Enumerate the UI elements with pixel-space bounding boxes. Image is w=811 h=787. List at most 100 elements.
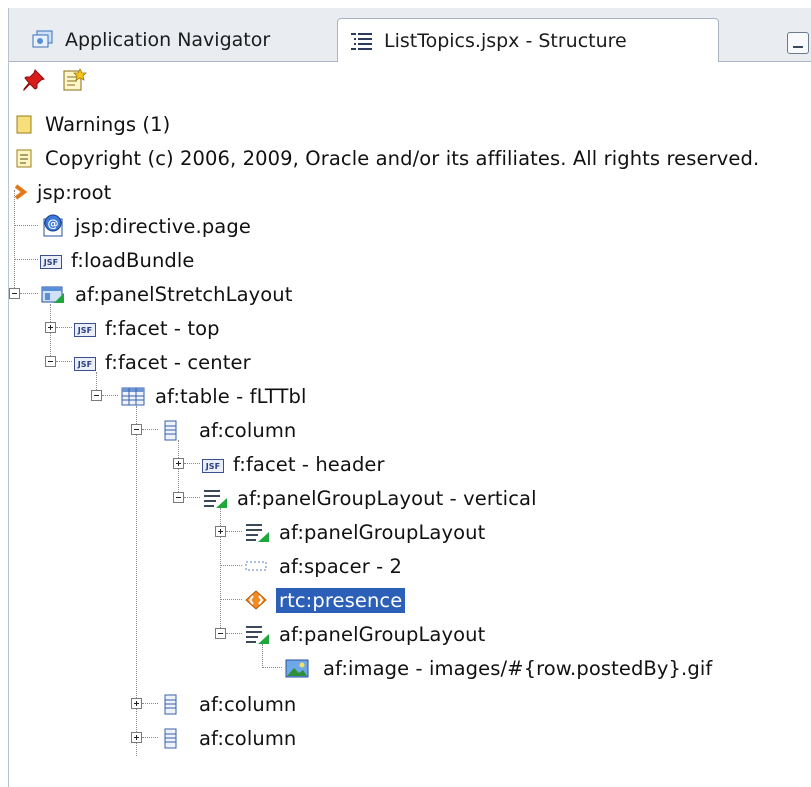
- application-navigator-icon: [31, 29, 53, 51]
- jsf-icon: JSF: [202, 459, 224, 473]
- tree-node[interactable]: Copyright (c) 2006, 2009, Oracle and/or …: [14, 142, 762, 174]
- tree-node-selected[interactable]: rtc:presence: [244, 584, 406, 616]
- tab-strip: Application Navigator ListTopics.jspx - …: [9, 8, 811, 62]
- tree-connector: [226, 633, 242, 634]
- tree-node[interactable]: af:panelGroupLayout - vertical: [202, 482, 540, 514]
- tree-node[interactable]: JSF f:facet - top: [74, 312, 223, 344]
- tree-node-label: af:panelGroupLayout - vertical: [237, 486, 537, 510]
- expand-toggle[interactable]: [131, 698, 142, 709]
- column-icon: [160, 693, 190, 715]
- minimize-button[interactable]: [787, 32, 809, 54]
- spacer-icon: [244, 555, 270, 577]
- tree-node-label: f:loadBundle: [71, 248, 195, 272]
- tree-connector: [102, 395, 118, 396]
- tree-node[interactable]: @ jsp:directive.page: [40, 210, 254, 242]
- tree-connector: [184, 463, 200, 464]
- tree-node-label: af:panelGroupLayout: [279, 520, 486, 544]
- tree-node-label: af:column: [199, 418, 297, 442]
- collapse-toggle[interactable]: [215, 628, 226, 639]
- tree-node-label: jsp:root: [37, 180, 112, 204]
- tree-connector: [14, 259, 38, 260]
- tree-node-label: af:spacer - 2: [279, 554, 403, 578]
- tab-structure[interactable]: ListTopics.jspx - Structure: [337, 18, 719, 62]
- collapse-toggle[interactable]: [91, 390, 102, 401]
- panel-group-layout-icon: [244, 521, 270, 543]
- edit-icon: [61, 67, 87, 97]
- tree-node-label: f:facet - top: [105, 316, 220, 340]
- tree-node[interactable]: af:table - fLTTbl: [120, 380, 310, 412]
- tree-node-label: f:facet - center: [105, 350, 251, 374]
- tree-node-label: Copyright (c) 2006, 2009, Oracle and/or …: [45, 146, 760, 170]
- panel-group-layout-icon: [202, 487, 228, 509]
- structure-icon: [350, 30, 372, 52]
- jsf-icon: JSF: [74, 323, 96, 337]
- jsp-root-icon: [14, 181, 28, 203]
- panel-group-layout-icon: [244, 623, 270, 645]
- tree-node[interactable]: af:column: [160, 688, 299, 720]
- tree-node[interactable]: JSF f:facet - center: [74, 346, 254, 378]
- tree-connector: [220, 565, 242, 566]
- column-icon: [160, 727, 190, 749]
- window-top-margin: [0, 0, 811, 8]
- tree-node[interactable]: af:column: [160, 722, 299, 754]
- tree-node[interactable]: JSF f:facet - header: [202, 448, 388, 480]
- collapse-toggle[interactable]: [45, 356, 56, 367]
- comment-icon: [14, 147, 36, 169]
- tree-node-label: jsp:directive.page: [75, 214, 251, 238]
- tree-node[interactable]: jsp:root: [14, 176, 114, 208]
- svg-text:@: @: [47, 217, 58, 230]
- tree-node-label: Warnings (1): [45, 112, 171, 136]
- toolbar: [9, 62, 806, 102]
- tree-node-label: af:column: [199, 726, 297, 750]
- tree-node-label: af:panelStretchLayout: [75, 282, 293, 306]
- tree-node[interactable]: af:panelGroupLayout: [244, 516, 488, 548]
- expand-toggle[interactable]: [215, 526, 226, 537]
- table-icon: [120, 385, 146, 407]
- collapse-toggle[interactable]: [173, 492, 184, 503]
- directive-icon: @: [40, 213, 66, 239]
- presence-icon: [244, 589, 270, 611]
- tree-node-label: af:panelGroupLayout: [279, 622, 486, 646]
- collapse-toggle[interactable]: [131, 424, 142, 435]
- tree-node[interactable]: Warnings (1): [14, 108, 173, 140]
- tree-connector: [20, 293, 38, 294]
- tree-node[interactable]: af:panelStretchLayout: [40, 278, 296, 310]
- tree-connector: [142, 703, 158, 704]
- panel-stretch-layout-icon: [40, 283, 66, 305]
- tree-connector: [56, 361, 72, 362]
- edit-button[interactable]: [59, 67, 89, 97]
- tree-node[interactable]: af:column: [160, 414, 299, 446]
- tree-node[interactable]: JSF f:loadBundle: [40, 244, 198, 276]
- tree-connector: [142, 429, 158, 430]
- tree-node-label: af:column: [199, 692, 297, 716]
- collapse-toggle[interactable]: [9, 288, 20, 299]
- pin-button[interactable]: [19, 67, 49, 97]
- tree-node-label: f:facet - header: [233, 452, 385, 476]
- tree-node-label: af:image - images/#{row.postedBy}.gif: [323, 656, 713, 680]
- jsf-icon: JSF: [74, 357, 96, 371]
- expand-toggle[interactable]: [131, 732, 142, 743]
- tree-connector: [142, 737, 158, 738]
- tree-node[interactable]: af:spacer - 2: [244, 550, 405, 582]
- image-icon: [284, 657, 314, 679]
- tab-application-navigator[interactable]: Application Navigator: [19, 18, 335, 61]
- warning-note-icon: [14, 113, 36, 135]
- tree-node-label: af:table - fLTTbl: [155, 384, 307, 408]
- expand-toggle[interactable]: [173, 458, 184, 469]
- tree-connector: [226, 531, 242, 532]
- tree-node-label: rtc:presence: [276, 587, 406, 613]
- tree-connector: [262, 667, 282, 668]
- tab-structure-label: ListTopics.jspx - Structure: [384, 29, 627, 52]
- expand-toggle[interactable]: [45, 322, 56, 333]
- structure-tree: Warnings (1) Copyright (c) 2006, 2009, O…: [9, 104, 806, 787]
- tree-connector: [56, 327, 72, 328]
- pin-icon: [21, 67, 47, 97]
- tree-node[interactable]: af:image - images/#{row.postedBy}.gif: [284, 652, 715, 684]
- structure-window: Application Navigator ListTopics.jspx - …: [0, 0, 811, 787]
- tree-connector: [184, 497, 200, 498]
- jsf-icon: JSF: [40, 255, 62, 269]
- tab-application-navigator-label: Application Navigator: [65, 28, 271, 51]
- tree-node[interactable]: af:panelGroupLayout: [244, 618, 488, 650]
- tree-connector: [14, 225, 38, 226]
- column-icon: [160, 419, 190, 441]
